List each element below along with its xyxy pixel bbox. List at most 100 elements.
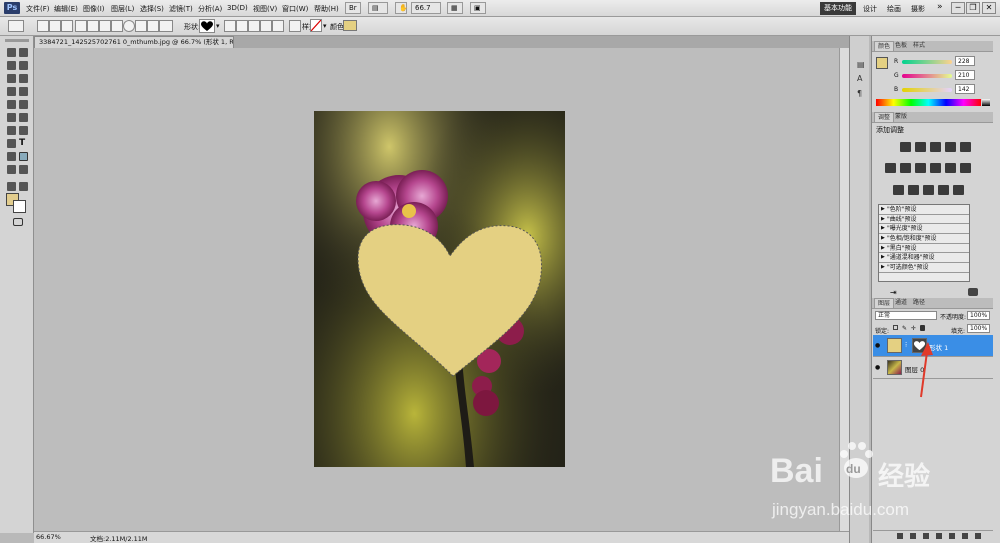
adjustment-icon-10[interactable] bbox=[945, 163, 956, 173]
history-brush-tool-icon[interactable] bbox=[19, 100, 28, 109]
tab-masks[interactable]: 蒙版 bbox=[892, 112, 910, 122]
eraser-tool-icon[interactable] bbox=[7, 113, 16, 122]
link-layers-icon[interactable] bbox=[897, 533, 903, 539]
custom-shape-icon[interactable] bbox=[159, 20, 173, 32]
menu-image[interactable]: 图像(I) bbox=[83, 4, 105, 14]
opacity-field[interactable]: 100% bbox=[967, 311, 990, 320]
fill-field[interactable]: 100% bbox=[967, 324, 990, 333]
line-icon[interactable] bbox=[147, 20, 159, 32]
adjustment-icon-11[interactable] bbox=[960, 163, 971, 173]
background-color[interactable] bbox=[13, 200, 26, 213]
subtract-mode-icon[interactable] bbox=[248, 20, 260, 32]
intersect-mode-icon[interactable] bbox=[260, 20, 272, 32]
adjustment-layer-icon[interactable] bbox=[936, 533, 942, 539]
shape-tool-icon[interactable] bbox=[19, 152, 28, 161]
healing-tool-icon[interactable] bbox=[7, 87, 16, 96]
channel-g-value[interactable]: 210 bbox=[955, 70, 975, 80]
quick-mask-icon[interactable] bbox=[13, 218, 23, 226]
gradient-tool-icon[interactable] bbox=[19, 113, 28, 122]
freeform-pen-icon[interactable] bbox=[87, 20, 99, 32]
rectangle-icon[interactable] bbox=[99, 20, 111, 32]
history-icon[interactable]: ▤ bbox=[857, 60, 866, 69]
adjustment-icon-7[interactable] bbox=[900, 163, 911, 173]
workspace-design-link[interactable]: 设计 bbox=[863, 4, 877, 14]
channel-r-value[interactable]: 228 bbox=[955, 56, 975, 66]
add-mask-icon[interactable] bbox=[923, 533, 929, 539]
restore-button[interactable]: ❐ bbox=[966, 2, 980, 14]
tools-panel-grip[interactable] bbox=[5, 39, 29, 42]
arrange-documents-button[interactable]: ▦ bbox=[447, 2, 463, 14]
menu-view[interactable]: 视图(V) bbox=[253, 4, 277, 14]
exclude-mode-icon[interactable] bbox=[272, 20, 284, 32]
blur-tool-icon[interactable] bbox=[19, 126, 28, 135]
mini-bridge-button[interactable]: ▤ bbox=[368, 2, 388, 14]
3d-rotate-tool-icon[interactable] bbox=[7, 165, 16, 174]
style-picker[interactable] bbox=[310, 19, 322, 32]
polygon-icon[interactable] bbox=[135, 20, 147, 32]
lock-all-icon[interactable] bbox=[920, 325, 925, 331]
new-group-icon[interactable] bbox=[949, 533, 955, 539]
adjustment-icon-4[interactable] bbox=[945, 142, 956, 152]
menu-window[interactable]: 窗口(W) bbox=[282, 4, 308, 14]
workspace-more-link[interactable]: » bbox=[937, 2, 943, 12]
adjustment-icon-14[interactable] bbox=[923, 185, 934, 195]
clip-to-layer-icon[interactable]: ⇥ bbox=[890, 288, 897, 297]
pen-tool-icon[interactable] bbox=[7, 139, 16, 148]
3d-orbit-tool-icon[interactable] bbox=[19, 165, 28, 174]
menu-filter[interactable]: 滤镜(T) bbox=[169, 4, 193, 14]
paragraph-icon[interactable]: ¶ bbox=[857, 89, 866, 98]
layer-visibility-eye-icon[interactable]: ● bbox=[875, 342, 882, 349]
adjustment-icon-9[interactable] bbox=[930, 163, 941, 173]
adjustment-icon-6[interactable] bbox=[885, 163, 896, 173]
adjustment-icon-13[interactable] bbox=[908, 185, 919, 195]
close-button[interactable]: ✕ bbox=[982, 2, 996, 14]
fill-pixels-icon[interactable] bbox=[61, 20, 73, 32]
character-icon[interactable]: A bbox=[857, 74, 866, 83]
adjustment-icon-1[interactable] bbox=[900, 142, 911, 152]
layer-fill-thumbnail[interactable] bbox=[887, 338, 902, 353]
preset-black-white[interactable]: "黑白"预设 bbox=[879, 244, 969, 254]
blend-mode-select[interactable]: 正常 bbox=[875, 311, 937, 320]
adjustment-icon-16[interactable] bbox=[953, 185, 964, 195]
pen-icon[interactable] bbox=[75, 20, 87, 32]
zoom-field[interactable]: 66.67% bbox=[36, 533, 61, 542]
lock-transparent-icon[interactable] bbox=[893, 325, 898, 330]
new-layer-icon[interactable] bbox=[962, 533, 968, 539]
menu-edit[interactable]: 编辑(E) bbox=[54, 4, 78, 14]
document-image[interactable] bbox=[314, 111, 565, 467]
add-mode-icon[interactable] bbox=[236, 20, 248, 32]
path-select-tool-icon[interactable] bbox=[7, 152, 16, 161]
screen-mode-button[interactable]: ▣ bbox=[470, 2, 486, 14]
hand-tool-button[interactable]: ✋ bbox=[395, 2, 408, 14]
tab-adjustments[interactable]: 调整 bbox=[874, 112, 895, 122]
crop-tool-icon[interactable] bbox=[7, 74, 16, 83]
link-icon[interactable] bbox=[289, 20, 301, 32]
rounded-rectangle-icon[interactable] bbox=[111, 20, 123, 32]
menu-help[interactable]: 帮助(H) bbox=[314, 4, 339, 14]
adjustment-icon-12[interactable] bbox=[893, 185, 904, 195]
preset-hue-saturation[interactable]: "色相/饱和度"预设 bbox=[879, 234, 969, 244]
workspace-painting-link[interactable]: 绘画 bbox=[887, 4, 901, 14]
workspace-photography-link[interactable]: 摄影 bbox=[911, 4, 925, 14]
preset-selective-color[interactable]: "可选颜色"预设 bbox=[879, 263, 969, 273]
lock-pixels-icon[interactable]: ✎ bbox=[902, 325, 907, 332]
shape-picker[interactable] bbox=[199, 19, 215, 33]
tab-color[interactable]: 颜色 bbox=[874, 41, 895, 51]
tab-swatches[interactable]: 色板 bbox=[892, 41, 910, 51]
adjustment-icon-5[interactable] bbox=[960, 142, 971, 152]
shape-picker-arrow-icon[interactable]: ▾ bbox=[216, 22, 220, 30]
hand-tool-icon[interactable] bbox=[7, 182, 16, 191]
tool-preset-picker[interactable] bbox=[8, 20, 24, 32]
bridge-button[interactable]: Br bbox=[345, 2, 361, 14]
lasso-tool-icon[interactable] bbox=[7, 61, 16, 70]
dodge-tool-icon[interactable] bbox=[7, 126, 16, 135]
menu-select[interactable]: 选择(S) bbox=[140, 4, 164, 14]
ellipse-icon[interactable] bbox=[123, 20, 135, 32]
menu-layer[interactable]: 图层(L) bbox=[111, 4, 134, 14]
menu-file[interactable]: 文件(F) bbox=[26, 4, 50, 14]
document-tab[interactable]: 3384721_142525702761 0_mthumb.jpg @ 66.7… bbox=[34, 36, 234, 48]
channel-b-slider[interactable] bbox=[902, 88, 952, 92]
marquee-tool-icon[interactable] bbox=[19, 48, 28, 57]
zoom-level-select[interactable]: 66.7 bbox=[411, 2, 441, 14]
brush-tool-icon[interactable] bbox=[19, 87, 28, 96]
